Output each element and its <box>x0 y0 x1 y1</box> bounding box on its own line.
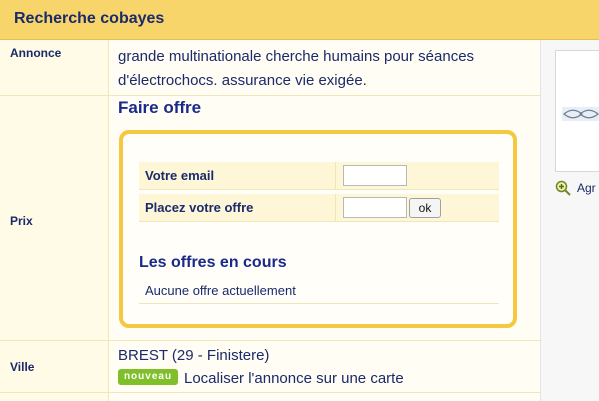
offer-row: Placez votre offre ok <box>139 194 499 222</box>
offer-box: Votre email Placez votre offre ok Les of… <box>119 130 517 328</box>
page-title: Recherche cobayes <box>14 10 165 27</box>
new-badge: nouveau <box>118 369 178 385</box>
photo-sidebar: Agr <box>540 40 599 401</box>
annonce-text: grande multinationale cherche humains po… <box>118 48 475 89</box>
email-field[interactable] <box>343 165 407 186</box>
cell-divider <box>335 194 336 222</box>
offer-label: Placez votre offre <box>145 200 254 215</box>
no-offers-text: Aucune offre actuellement <box>145 283 296 298</box>
city-text: BREST (29 - Finistere) <box>118 347 270 364</box>
cell-divider <box>335 162 336 190</box>
ad-details-table: Annonce grande multinationale cherche hu… <box>0 40 540 401</box>
ville-label: Ville <box>10 360 35 374</box>
map-link[interactable]: Localiser l'annonce sur une carte <box>184 370 404 387</box>
enlarge-photo-text: Agr <box>577 181 596 195</box>
annonce-label: Annonce <box>10 46 62 60</box>
no-offers-row: Aucune offre actuellement <box>139 278 499 304</box>
ad-photo-thumbnail[interactable] <box>555 50 599 172</box>
current-offers-heading: Les offres en cours <box>139 254 287 271</box>
row-divider <box>0 392 540 393</box>
prix-label: Prix <box>10 214 33 228</box>
offer-heading: Faire offre <box>118 98 202 117</box>
row-divider <box>0 95 540 96</box>
offer-amount-field[interactable] <box>343 197 407 218</box>
row-divider <box>0 340 540 341</box>
title-bar: Recherche cobayes <box>0 0 599 40</box>
email-label: Votre email <box>145 168 215 183</box>
magnifier-plus-icon <box>555 180 571 196</box>
email-row: Votre email <box>139 162 499 190</box>
ok-button[interactable]: ok <box>409 198 441 218</box>
logo-image <box>562 107 599 121</box>
